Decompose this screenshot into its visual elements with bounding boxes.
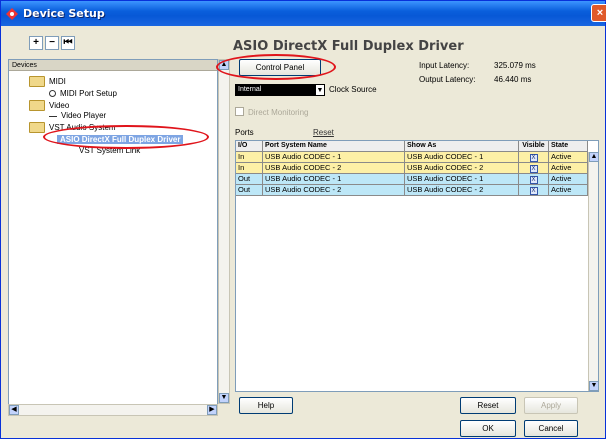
- input-latency-value: 325.079 ms: [494, 61, 536, 70]
- cancel-button[interactable]: Cancel: [524, 420, 578, 437]
- apply-button[interactable]: Apply: [524, 397, 578, 414]
- show-as-cell[interactable]: USB Audio CODEC - 2: [405, 185, 519, 196]
- output-latency-label: Output Latency:: [419, 75, 476, 84]
- table-vertical-scrollbar[interactable]: ▲ ▼: [588, 152, 599, 391]
- io-cell: Out: [236, 185, 263, 196]
- visible-checkbox[interactable]: X: [529, 154, 538, 162]
- port-name-cell: USB Audio CODEC - 2: [263, 163, 405, 174]
- scroll-down-arrow-icon[interactable]: ▼: [219, 393, 229, 403]
- column-header-state[interactable]: State: [549, 141, 588, 152]
- cubase-logo-icon: [6, 8, 18, 20]
- add-device-button[interactable]: +: [29, 36, 43, 50]
- visible-checkbox[interactable]: X: [529, 176, 538, 184]
- input-latency-label: Input Latency:: [419, 61, 470, 70]
- direct-monitoring-checkbox[interactable]: [235, 107, 244, 116]
- device-setup-window: Device Setup × + − ⏮ Devices MIDI MIDI P…: [0, 0, 606, 439]
- visible-cell: X: [519, 152, 549, 163]
- visible-checkbox[interactable]: X: [529, 187, 538, 195]
- table-header-row: I/O Port System Name Show As Visible Sta…: [236, 141, 588, 152]
- column-header-port-system-name[interactable]: Port System Name: [263, 141, 405, 152]
- folder-icon: [29, 122, 45, 133]
- show-as-cell[interactable]: USB Audio CODEC - 2: [405, 163, 519, 174]
- devices-tree: Devices MIDI MIDI Port Setup Video Video…: [8, 59, 218, 416]
- table-row[interactable]: Out USB Audio CODEC - 1 USB Audio CODEC …: [236, 174, 588, 185]
- table-row[interactable]: In USB Audio CODEC - 2 USB Audio CODEC -…: [236, 163, 588, 174]
- visible-cell: X: [519, 174, 549, 185]
- devices-header: Devices: [9, 60, 217, 71]
- scroll-down-arrow-icon[interactable]: ▼: [589, 381, 599, 391]
- state-cell: Active: [549, 174, 588, 185]
- scroll-left-arrow-icon[interactable]: ◀: [9, 405, 19, 415]
- driver-title: ASIO DirectX Full Duplex Driver: [233, 39, 464, 54]
- table-row[interactable]: Out USB Audio CODEC - 2 USB Audio CODEC …: [236, 185, 588, 196]
- ports-reset-link[interactable]: Reset: [313, 128, 334, 137]
- visible-cell: X: [519, 185, 549, 196]
- state-cell: Active: [549, 152, 588, 163]
- driver-highlight-circle: [43, 125, 209, 149]
- output-latency-value: 46.440 ms: [494, 75, 532, 84]
- state-cell: Active: [549, 185, 588, 196]
- window-title: Device Setup: [23, 7, 105, 20]
- folder-icon: [29, 76, 45, 87]
- help-button[interactable]: Help: [239, 397, 293, 414]
- io-cell: In: [236, 163, 263, 174]
- tree-item-midi-port-setup[interactable]: MIDI Port Setup: [49, 89, 117, 98]
- visible-checkbox[interactable]: X: [529, 165, 538, 173]
- table-row[interactable]: In USB Audio CODEC - 1 USB Audio CODEC -…: [236, 152, 588, 163]
- state-cell: Active: [549, 163, 588, 174]
- show-as-cell[interactable]: USB Audio CODEC - 1: [405, 174, 519, 185]
- scroll-up-arrow-icon[interactable]: ▲: [589, 152, 599, 162]
- tree-item-midi[interactable]: MIDI: [29, 76, 66, 87]
- close-button[interactable]: ×: [591, 4, 606, 22]
- title-bar[interactable]: Device Setup ×: [1, 1, 606, 26]
- port-name-cell: USB Audio CODEC - 1: [263, 152, 405, 163]
- tree-item-label: Video: [49, 101, 70, 110]
- video-player-icon: [49, 114, 57, 117]
- ok-button[interactable]: OK: [460, 420, 516, 437]
- show-as-cell[interactable]: USB Audio CODEC - 1: [405, 152, 519, 163]
- port-name-cell: USB Audio CODEC - 1: [263, 174, 405, 185]
- reset-device-button[interactable]: ⏮: [61, 36, 75, 50]
- scroll-right-arrow-icon[interactable]: ▶: [207, 405, 217, 415]
- tree-vertical-scrollbar[interactable]: ▲ ▼: [218, 59, 230, 404]
- chevron-down-icon: ▼: [315, 84, 325, 96]
- io-cell: In: [236, 152, 263, 163]
- tree-item-label: Video Player: [61, 111, 107, 120]
- column-header-show-as[interactable]: Show As: [405, 141, 519, 152]
- tree-item-video-player[interactable]: Video Player: [49, 111, 106, 120]
- folder-icon: [29, 100, 45, 111]
- visible-cell: X: [519, 163, 549, 174]
- tree-item-label: MIDI Port Setup: [60, 89, 117, 98]
- reset-button[interactable]: Reset: [460, 397, 516, 414]
- direct-monitoring-label: Direct Monitoring: [248, 108, 309, 117]
- clock-source-select[interactable]: Internal ▼: [235, 84, 325, 96]
- tree-item-label: MIDI: [49, 77, 66, 86]
- io-cell: Out: [236, 174, 263, 185]
- clock-source-value: Internal: [238, 86, 262, 93]
- column-header-io[interactable]: I/O: [236, 141, 263, 152]
- control-panel-highlight-circle: [216, 54, 336, 80]
- tree-item-video[interactable]: Video: [29, 100, 69, 111]
- column-header-visible[interactable]: Visible: [519, 141, 549, 152]
- tree-horizontal-scrollbar[interactable]: ◀ ▶: [8, 404, 218, 416]
- ports-table: I/O Port System Name Show As Visible Sta…: [235, 140, 599, 392]
- remove-device-button[interactable]: −: [45, 36, 59, 50]
- ports-label: Ports: [235, 128, 254, 137]
- port-name-cell: USB Audio CODEC - 2: [263, 185, 405, 196]
- clock-source-label: Clock Source: [329, 85, 377, 94]
- midi-port-icon: [49, 90, 56, 97]
